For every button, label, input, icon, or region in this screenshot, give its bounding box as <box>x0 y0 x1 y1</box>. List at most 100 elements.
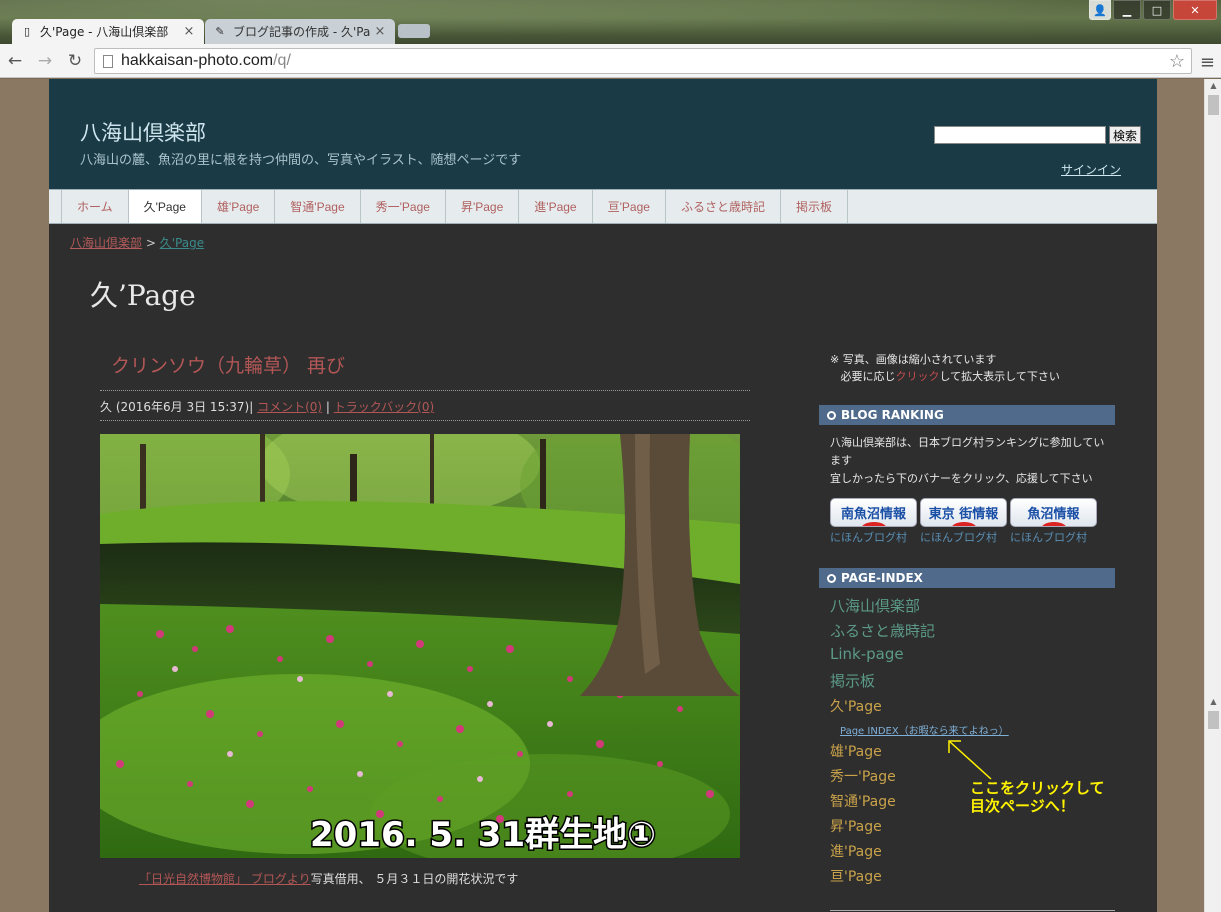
caption-source-link[interactable]: 「日光自然博物館」 ブログより <box>139 872 311 886</box>
bookmark-star-icon[interactable]: ☆ <box>1169 51 1185 72</box>
page-index-header-label: PAGE-INDEX <box>841 571 923 585</box>
minimize-button[interactable]: ▁ <box>1113 0 1141 20</box>
forward-icon[interactable]: → <box>30 51 60 71</box>
banner-sub: にほんブログ村 <box>1010 531 1087 544</box>
forest-photo: 2016. 5. 31群生地① <box>100 434 740 858</box>
search-button[interactable]: 検索 <box>1109 126 1141 144</box>
back-icon[interactable]: ← <box>0 51 30 71</box>
ranking-header-label: BLOG RANKING <box>841 408 944 422</box>
divider <box>100 390 750 391</box>
page-index-sub-link[interactable]: Page INDEX（お暇なら来てよねっ） <box>840 722 1009 737</box>
ranking-text-1: 八海山倶楽部は、日本ブログ村ランキングに参加しています <box>830 436 1105 467</box>
signin-link[interactable]: サインイン <box>1061 161 1121 178</box>
page-index-link[interactable]: Link-page <box>830 645 904 663</box>
menu-icon[interactable]: ≡ <box>1200 52 1215 73</box>
bullet-icon <box>827 410 836 420</box>
post-photo[interactable]: 2016. 5. 31群生地① <box>100 434 740 858</box>
notice-pre: 必要に応じ <box>840 370 896 383</box>
nav-item-active[interactable]: 久'Page <box>128 190 202 223</box>
user-icon[interactable]: 👤 <box>1089 0 1111 20</box>
page-icon <box>103 54 113 68</box>
new-tab-button[interactable] <box>398 24 430 38</box>
scroll-up-icon[interactable]: ▲ <box>1208 697 1219 706</box>
window-titlebar: ▯ 久'Page - 八海山倶楽部 × ✎ ブログ記事の作成 - 久'Pa × … <box>0 0 1221 44</box>
ranking-banner[interactable]: 南魚沼情報 にほんブログ村 <box>830 498 917 545</box>
breadcrumb-home[interactable]: 八海山倶楽部 <box>70 236 142 250</box>
ranking-banners: 南魚沼情報 にほんブログ村 東京 街情報 にほんブログ村 魚沼情報 にほんブログ… <box>830 498 1097 545</box>
site-header: 八海山倶楽部 八海山の麓、魚沼の里に根を持つ仲間の、写真やイラスト、随想ページで… <box>49 79 1157 189</box>
nav-item[interactable]: ホーム <box>61 190 129 223</box>
trackbacks-link[interactable]: トラックバック(0) <box>334 400 434 414</box>
tab-title: ブログ記事の作成 - 久'Pa <box>233 25 371 39</box>
note-line1: ここをクリックして <box>970 779 1105 797</box>
address-bar[interactable]: hakkaisan-photo.com/q/ ☆ <box>94 48 1192 74</box>
banner-label: 南魚沼情報 <box>830 498 917 527</box>
tab-inactive[interactable]: ✎ ブログ記事の作成 - 久'Pa × <box>205 19 395 44</box>
main-nav: ホーム 久'Page 雄'Page 智通'Page 秀一'Page 昇'Page… <box>49 189 1157 224</box>
close-window-button[interactable]: ✕ <box>1173 0 1217 20</box>
page-index-link[interactable]: ふるさと歳時記 <box>830 620 935 641</box>
ranking-header: BLOG RANKING <box>819 405 1115 425</box>
annotation-note: ここをクリックして 目次ページへ！ <box>970 779 1105 815</box>
blog-icon: ✎ <box>215 25 225 38</box>
site-description: 八海山の麓、魚沼の里に根を持つ仲間の、写真やイラスト、随想ページです <box>80 153 522 168</box>
nav-item[interactable]: 亘'Page <box>593 190 666 223</box>
caption-text: 写真借用、 ５月３１日の開花状況です <box>310 872 519 886</box>
banner-label: 東京 街情報 <box>920 498 1007 527</box>
meta-sep: | <box>325 400 330 414</box>
ranking-text-2: 宜しかったら下のバナーをクリック、応援して下さい <box>830 472 1093 485</box>
browser-toolbar: ← → ↻ hakkaisan-photo.com/q/ ☆ <box>0 44 1221 78</box>
nav-item[interactable]: ふるさと歳時記 <box>666 190 781 223</box>
banner-label: 魚沼情報 <box>1010 498 1097 527</box>
ranking-text: 八海山倶楽部は、日本ブログ村ランキングに参加しています 宜しかったら下のバナーを… <box>830 434 1110 488</box>
page-index-link[interactable]: 秀一'Page <box>830 766 896 786</box>
note-line2: 目次ページへ！ <box>970 797 1075 815</box>
page-viewport: 八海山倶楽部 八海山の麓、魚沼の里に根を持つ仲間の、写真やイラスト、随想ページで… <box>0 79 1204 912</box>
page-index-link[interactable]: 亘'Page <box>830 866 882 886</box>
close-tab-icon[interactable]: × <box>182 24 196 39</box>
page-index-link[interactable]: 昇'Page <box>830 816 882 836</box>
reload-icon[interactable]: ↻ <box>60 51 90 71</box>
notice-post: して拡大表示して下さい <box>939 370 1060 383</box>
notice-click: クリック <box>895 370 940 383</box>
vertical-scrollbar[interactable]: ▲ ▲ <box>1204 79 1221 912</box>
site-container: 八海山倶楽部 八海山の麓、魚沼の里に根を持つ仲間の、写真やイラスト、随想ページで… <box>49 79 1157 912</box>
search-input[interactable] <box>934 126 1106 144</box>
page-index-link[interactable]: 掲示板 <box>830 670 875 691</box>
url-host: hakkaisan-photo.com <box>121 52 274 69</box>
maximize-button[interactable]: □ <box>1143 0 1171 20</box>
page-index-link[interactable]: 雄'Page <box>830 741 882 761</box>
nav-item[interactable]: 掲示板 <box>781 190 848 223</box>
page-title: 久’Page <box>90 279 196 312</box>
breadcrumb-current[interactable]: 久'Page <box>160 236 204 250</box>
page-index-current[interactable]: 久'Page <box>830 696 882 716</box>
breadcrumb: 八海山倶楽部 > 久'Page <box>70 234 204 251</box>
comments-link[interactable]: コメント(0) <box>257 400 322 414</box>
page-index-link[interactable]: 智通'Page <box>830 791 896 811</box>
page-index-link[interactable]: 八海山倶楽部 <box>830 595 920 616</box>
image-notice: ※ 写真、画像は縮小されています 必要に応じクリックして拡大表示して下さい <box>830 351 1060 385</box>
tab-active[interactable]: ▯ 久'Page - 八海山倶楽部 × <box>12 19 204 44</box>
nav-item[interactable]: 雄'Page <box>202 190 276 223</box>
url-path: /q/ <box>273 52 291 69</box>
scroll-thumb[interactable] <box>1208 95 1219 115</box>
nav-item[interactable]: 進'Page <box>519 190 593 223</box>
ranking-banner[interactable]: 魚沼情報 にほんブログ村 <box>1010 498 1097 545</box>
site-title[interactable]: 八海山倶楽部 <box>80 117 206 147</box>
notice-line1: ※ 写真、画像は縮小されています <box>830 353 997 366</box>
close-tab-icon[interactable]: × <box>373 24 387 39</box>
nav-item[interactable]: 秀一'Page <box>361 190 446 223</box>
bullet-icon <box>827 573 836 583</box>
scroll-thumb[interactable] <box>1208 711 1219 729</box>
scroll-up-icon[interactable]: ▲ <box>1208 81 1219 90</box>
nav-item[interactable]: 智通'Page <box>275 190 361 223</box>
page-index-header: PAGE-INDEX <box>819 568 1115 588</box>
ranking-banner[interactable]: 東京 街情報 にほんブログ村 <box>920 498 1007 545</box>
page-index-link[interactable]: 進'Page <box>830 841 882 861</box>
annotation-arrow-icon <box>948 740 992 780</box>
nav-item[interactable]: 昇'Page <box>446 190 520 223</box>
banner-sub: にほんブログ村 <box>830 531 907 544</box>
breadcrumb-sep: > <box>145 236 156 250</box>
post-title[interactable]: クリンソウ（九輪草） 再び <box>111 351 345 378</box>
notice-line2: 必要に応じクリックして拡大表示して下さい <box>830 368 1060 385</box>
